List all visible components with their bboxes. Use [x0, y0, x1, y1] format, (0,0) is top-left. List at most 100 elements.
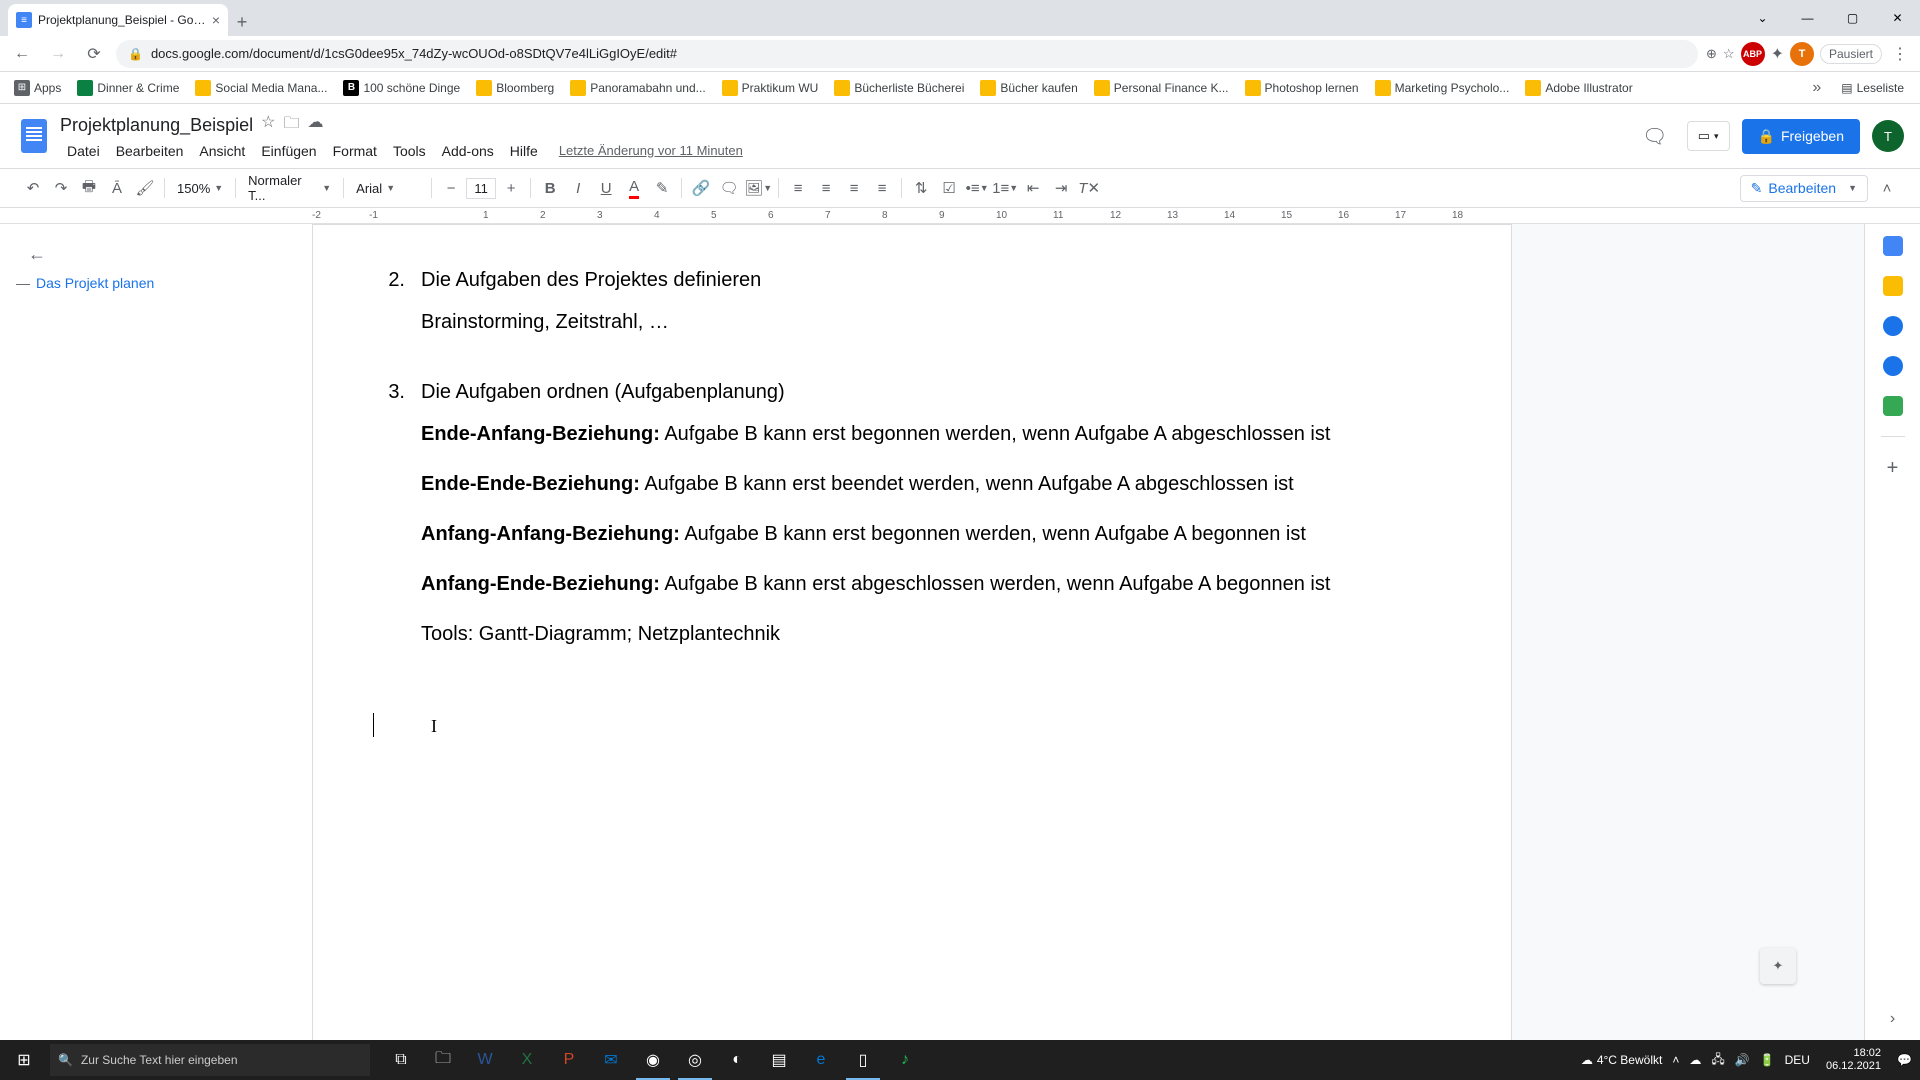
font-select[interactable]: Arial▼ — [350, 181, 425, 196]
addons-plus-icon[interactable]: + — [1887, 457, 1899, 480]
docs-logo[interactable] — [16, 118, 52, 154]
indent-decrease-button[interactable]: ⇤ — [1020, 175, 1046, 201]
collapse-toolbar-button[interactable]: ˄ — [1874, 175, 1900, 201]
browser-tab[interactable]: ≡ Projektplanung_Beispiel - Googl × — [8, 4, 228, 36]
back-button[interactable]: ← — [8, 40, 36, 68]
forward-button[interactable]: → — [44, 40, 72, 68]
taskbar-search[interactable]: 🔍 Zur Suche Text hier eingeben — [50, 1044, 370, 1076]
bookmark-item[interactable]: Panoramabahn und... — [564, 76, 711, 100]
spotify-icon[interactable]: ♪ — [884, 1040, 926, 1080]
close-window-button[interactable]: ✕ — [1875, 0, 1920, 36]
outline-item[interactable]: — Das Projekt planen — [8, 269, 304, 297]
bookmark-item[interactable]: Adobe Illustrator — [1519, 76, 1638, 100]
reading-list-button[interactable]: ▤Leseliste — [1833, 81, 1912, 95]
align-center-button[interactable]: ≡ — [813, 175, 839, 201]
menu-einfuegen[interactable]: Einfügen — [254, 141, 323, 161]
bookmark-item[interactable]: Personal Finance K... — [1088, 76, 1235, 100]
image-button[interactable]: 🖼▼ — [744, 175, 772, 201]
bookmark-item[interactable]: B100 schöne Dinge — [337, 76, 466, 100]
last-edit-link[interactable]: Letzte Änderung vor 11 Minuten — [559, 143, 743, 158]
word-icon[interactable]: W — [464, 1040, 506, 1080]
excel-icon[interactable]: X — [506, 1040, 548, 1080]
maximize-button[interactable]: ▢ — [1830, 0, 1875, 36]
text-color-button[interactable]: A — [621, 175, 647, 201]
checklist-button[interactable]: ☑ — [936, 175, 962, 201]
app-icon[interactable]: ◐ — [716, 1040, 758, 1080]
share-button[interactable]: 🔒Freigeben — [1742, 119, 1860, 154]
font-size-input[interactable]: 11 — [466, 178, 496, 199]
account-avatar[interactable]: T — [1872, 120, 1904, 152]
menu-hilfe[interactable]: Hilfe — [503, 141, 545, 161]
comments-history-icon[interactable]: 🗨 — [1635, 116, 1675, 156]
translate-icon[interactable]: ⊕ — [1706, 46, 1717, 62]
redo-button[interactable]: ↷ — [48, 175, 74, 201]
task-view-icon[interactable]: ⧉ — [380, 1040, 422, 1080]
close-tab-icon[interactable]: × — [212, 12, 220, 28]
star-icon[interactable]: ☆ — [261, 112, 275, 139]
mail-icon[interactable]: ✉ — [590, 1040, 632, 1080]
bookmark-star-icon[interactable]: ☆ — [1723, 46, 1735, 62]
minimize-button[interactable]: — — [1785, 0, 1830, 36]
menu-format[interactable]: Format — [326, 141, 384, 161]
adblock-icon[interactable]: ABP — [1741, 42, 1765, 66]
obs-icon[interactable]: ◎ — [674, 1040, 716, 1080]
battery-icon[interactable]: 🔋 — [1760, 1053, 1775, 1067]
bookmark-item[interactable]: Dinner & Crime — [71, 76, 185, 100]
menu-addons[interactable]: Add-ons — [435, 141, 501, 161]
highlight-button[interactable]: ✎ — [649, 175, 675, 201]
calendar-icon[interactable] — [1883, 236, 1903, 256]
start-button[interactable]: ⊞ — [0, 1040, 48, 1080]
menu-ansicht[interactable]: Ansicht — [192, 141, 252, 161]
side-panel-collapse-icon[interactable]: › — [1890, 1010, 1895, 1028]
comment-button[interactable]: 🗨 — [716, 175, 742, 201]
line-spacing-button[interactable]: ⇅ — [908, 175, 934, 201]
align-left-button[interactable]: ≡ — [785, 175, 811, 201]
zoom-select[interactable]: 150%▼ — [171, 181, 229, 196]
weather-widget[interactable]: ☁4°C Bewölkt — [1581, 1053, 1663, 1067]
ruler[interactable]: -2-1123456789101112131415161718 — [0, 208, 1920, 224]
menu-tools[interactable]: Tools — [386, 141, 433, 161]
numbered-list-button[interactable]: 1≡▼ — [992, 175, 1018, 201]
edge-icon[interactable]: e — [800, 1040, 842, 1080]
bookmark-item[interactable]: Photoshop lernen — [1239, 76, 1365, 100]
move-icon[interactable]: 🗀 — [283, 112, 299, 139]
cloud-status-icon[interactable]: ☁ — [308, 112, 324, 139]
file-explorer-icon[interactable]: 🗀 — [422, 1040, 464, 1080]
italic-button[interactable]: I — [565, 175, 591, 201]
app-icon[interactable]: ▤ — [758, 1040, 800, 1080]
new-tab-button[interactable]: + — [228, 8, 256, 36]
bookmark-item[interactable]: Praktikum WU — [716, 76, 825, 100]
underline-button[interactable]: U — [593, 175, 619, 201]
style-select[interactable]: Normaler T...▼ — [242, 173, 337, 203]
profile-avatar[interactable]: T — [1790, 42, 1814, 66]
extensions-icon[interactable]: ✦ — [1771, 44, 1784, 64]
explore-button[interactable]: ✦ — [1760, 948, 1796, 984]
bookmark-item[interactable]: Bücher kaufen — [974, 76, 1083, 100]
bullet-list-button[interactable]: •≡▼ — [964, 175, 990, 201]
paint-format-button[interactable]: 🖌 — [132, 175, 158, 201]
apps-shortcut[interactable]: ⊞Apps — [8, 76, 67, 100]
outline-close-button[interactable]: ← — [8, 240, 304, 269]
notifications-icon[interactable]: 💬 — [1897, 1053, 1912, 1067]
maps-icon[interactable] — [1883, 396, 1903, 416]
chrome-icon[interactable]: ◉ — [632, 1040, 674, 1080]
notepad-icon[interactable]: ▯ — [842, 1040, 884, 1080]
contacts-icon[interactable] — [1883, 356, 1903, 376]
menu-bearbeiten[interactable]: Bearbeiten — [109, 141, 191, 161]
powerpoint-icon[interactable]: P — [548, 1040, 590, 1080]
page[interactable]: 2. Die Aufgaben des Projektes definieren… — [312, 224, 1512, 1040]
address-bar[interactable]: 🔒 docs.google.com/document/d/1csG0dee95x… — [116, 40, 1698, 68]
network-icon[interactable]: 🖧 — [1711, 1050, 1724, 1071]
keep-icon[interactable] — [1883, 276, 1903, 296]
browser-menu-icon[interactable]: ⋮ — [1888, 44, 1912, 64]
font-decrease-button[interactable]: − — [438, 175, 464, 201]
document-title[interactable]: Projektplanung_Beispiel — [60, 115, 253, 136]
bookmark-item[interactable]: Social Media Mana... — [189, 76, 333, 100]
language-indicator[interactable]: DEU — [1785, 1053, 1810, 1067]
font-increase-button[interactable]: + — [498, 175, 524, 201]
sync-paused-badge[interactable]: Pausiert — [1820, 44, 1882, 64]
bookmark-item[interactable]: Marketing Psycholo... — [1369, 76, 1516, 100]
undo-button[interactable]: ↶ — [20, 175, 46, 201]
align-justify-button[interactable]: ≡ — [869, 175, 895, 201]
reload-button[interactable]: ⟳ — [80, 40, 108, 68]
